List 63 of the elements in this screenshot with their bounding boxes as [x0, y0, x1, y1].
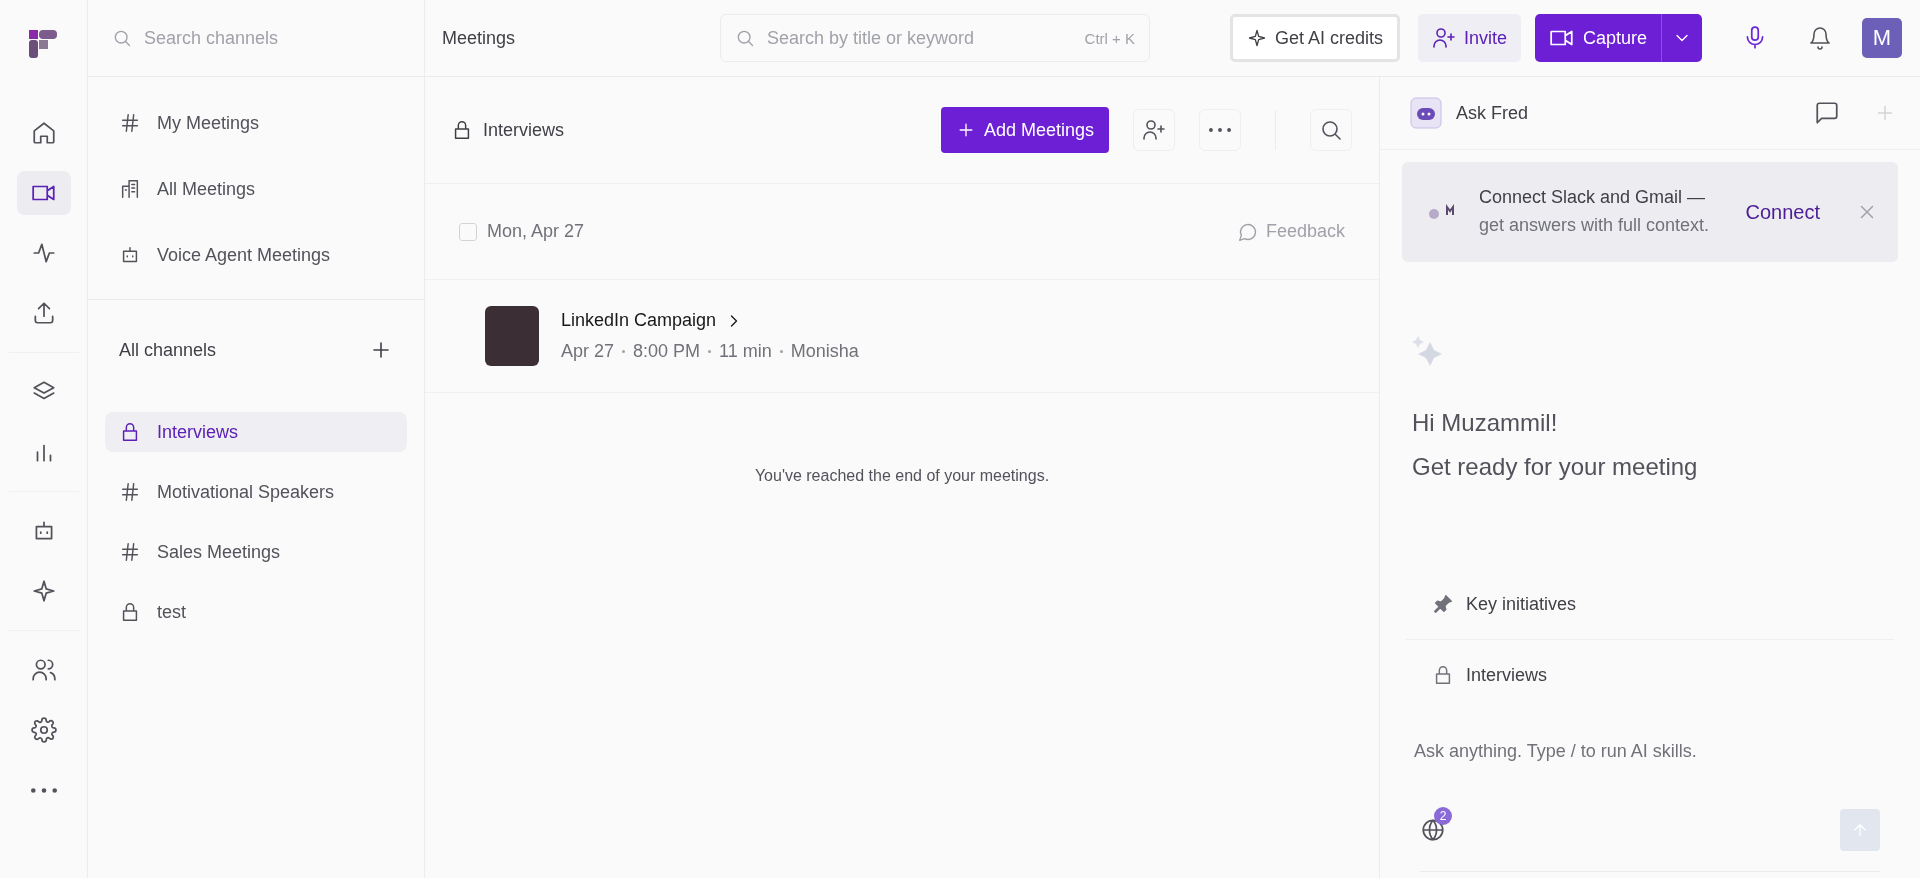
context-item[interactable]: Key initiatives: [1406, 569, 1894, 639]
checkbox[interactable]: [459, 222, 477, 241]
settings-icon: [30, 717, 57, 743]
meeting-duration: 11 min: [719, 341, 772, 362]
users-icon: [30, 657, 57, 683]
building-icon: [119, 178, 141, 200]
photo-placeholder: [485, 306, 539, 366]
greeting: Hi Muzammil!: [1412, 409, 1559, 437]
home-icon: [30, 120, 57, 146]
search-input[interactable]: Search by title or keyword: [765, 26, 1075, 50]
robot-avatar-icon: [1410, 97, 1442, 129]
nav-item[interactable]: Voice Agent Meetings: [105, 235, 407, 275]
end-message: You've reached the end of your meetings.: [753, 467, 1051, 485]
meeting-owner: Monisha: [790, 341, 859, 362]
user-plus-icon: [1142, 118, 1166, 142]
channel-item[interactable]: Motivational Speakers: [105, 472, 407, 512]
page-title: Meetings: [442, 27, 517, 49]
pin-icon: [1432, 593, 1454, 615]
more-icon: [30, 787, 57, 793]
channel-title: Interviews: [483, 119, 565, 141]
sparkle-icon: [1246, 28, 1267, 48]
hash-icon: [119, 112, 141, 134]
meeting-time: 8:00 PM: [633, 341, 701, 362]
rail-button[interactable]: [16, 171, 71, 215]
connect-link[interactable]: Connect: [1745, 200, 1820, 224]
hash-icon: [119, 541, 141, 563]
search-icon: [1319, 118, 1343, 142]
invite-button[interactable]: Invite: [1417, 14, 1521, 62]
count-badge: 2: [1434, 807, 1452, 825]
search-button[interactable]: [1310, 109, 1352, 151]
banner-title: Connect Slack and Gmail —: [1479, 187, 1707, 209]
user-plus-icon: [1431, 26, 1456, 50]
channel-item[interactable]: Interviews: [105, 412, 407, 452]
assistant-title: Ask Fred: [1456, 102, 1529, 124]
chat-icon[interactable]: [1814, 100, 1840, 126]
greeting-subtitle: Get ready for your meeting: [1412, 453, 1699, 481]
meeting-date: Apr 27: [561, 341, 615, 362]
user-avatar[interactable]: M: [1862, 18, 1902, 58]
add-member-button[interactable]: [1133, 109, 1175, 151]
meeting-title[interactable]: LinkedIn Campaign: [561, 310, 717, 331]
banner-text: get answers with full context.: [1479, 215, 1710, 237]
more-button[interactable]: [1199, 109, 1241, 151]
capture-button[interactable]: Capture: [1534, 14, 1702, 62]
channel-search-field[interactable]: Search channels: [88, 0, 424, 77]
notifications-icon[interactable]: [1808, 26, 1832, 50]
speech-bubble-icon: [1237, 221, 1258, 242]
shortcut-hint: Ctrl + K: [1084, 29, 1135, 47]
search-input[interactable]: Search channels: [142, 26, 386, 50]
channel-item[interactable]: test: [105, 592, 407, 632]
date-heading: Mon, Apr 27: [487, 221, 585, 242]
arrow-up-icon: [1851, 821, 1869, 839]
more-icon: [1209, 128, 1231, 132]
nav-item[interactable]: All Meetings: [105, 169, 407, 209]
ask-input-field[interactable]: Ask anything. Type / to run AI skills.: [1412, 740, 1836, 763]
nav-item[interactable]: My Meetings: [105, 103, 407, 143]
hash-icon: [119, 481, 141, 503]
add-meetings-button[interactable]: Add Meetings: [940, 107, 1109, 153]
search-icon: [112, 28, 132, 48]
get-credits-button[interactable]: Get AI credits: [1229, 14, 1400, 62]
context-item[interactable]: Interviews: [1406, 639, 1894, 710]
channel-item[interactable]: Sales Meetings: [105, 532, 407, 572]
search-icon: [735, 28, 755, 48]
section-title: All channels: [119, 339, 217, 361]
